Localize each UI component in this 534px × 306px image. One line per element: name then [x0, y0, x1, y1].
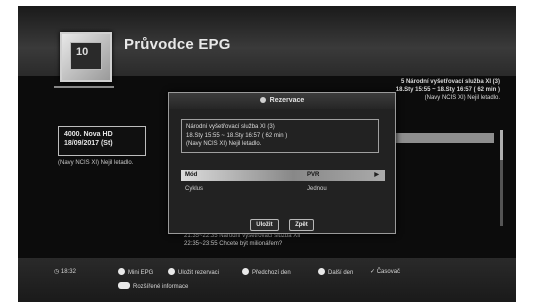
page-title: Průvodce EPG	[124, 36, 231, 53]
epg-list: 21:35~22:35 Národní vyšetřovací služba X…	[184, 232, 384, 248]
red-button-icon	[118, 268, 125, 275]
channel-name: 4000. Nova HD	[64, 131, 113, 138]
dialog-title-bar: Rezervace	[169, 93, 395, 109]
back-button[interactable]: Zpět	[289, 219, 314, 231]
next-day-hint[interactable]: Další den	[318, 268, 353, 278]
arrow-right-icon[interactable]: ▶	[374, 170, 379, 181]
cycle-selector[interactable]: Cyklus Jednou	[181, 184, 385, 195]
epg-timeline-bar[interactable]	[390, 133, 494, 143]
channel-date: 18/09/2017 (St)	[64, 140, 113, 147]
mode-label: Mód	[185, 172, 198, 178]
clock-icon: ◷	[54, 269, 60, 275]
logo-underline	[54, 86, 114, 88]
dialog-program-info: Národní vyšetřovací služba XI (3) 18.Sty…	[181, 119, 379, 153]
dialog-buttons: Uložit Zpět	[169, 213, 395, 231]
check-icon: ✓	[370, 269, 376, 275]
footer-bar	[18, 258, 516, 302]
dialog-program-desc: (Navy NCIS XI) Nejil letadlo.	[186, 141, 262, 147]
prev-day-hint[interactable]: Předchozí den	[242, 268, 291, 278]
program-info-title: 5 Národní vyšetřovací služba XI (3)	[400, 79, 500, 85]
extended-info-label: Rozšířené informace	[133, 284, 189, 290]
dialog-program-time: 18.Sty 15:55 ~ 18.Sty 16:57 ( 62 min )	[186, 132, 288, 139]
yellow-button-icon	[242, 268, 249, 275]
epg-logo-icon: 10	[60, 32, 112, 82]
prev-day-label: Předchozí den	[252, 270, 291, 276]
channel-box[interactable]: 4000. Nova HD 18/09/2017 (St)	[58, 126, 146, 156]
screenshot: 10 Průvodce EPG 5 Národní vyšetřovací sl…	[0, 0, 534, 306]
logo-number: 10	[76, 46, 89, 58]
dialog-program-title: Národní vyšetřovací služba XI (3)	[186, 124, 275, 130]
clock: ◷ 18:32	[54, 268, 76, 277]
reservation-dialog: Rezervace Národní vyšetřovací služba XI …	[168, 92, 396, 234]
info-button-icon	[118, 282, 130, 289]
mini-epg-label: Mini EPG	[128, 270, 154, 276]
cycle-label: Cyklus	[185, 186, 204, 192]
clock-time: 18:32	[60, 269, 76, 275]
reservation-icon	[259, 97, 266, 103]
timer-label: Časovač	[376, 269, 401, 275]
timer-hint[interactable]: ✓ Časovač	[370, 268, 400, 277]
save-reservation-hint[interactable]: Uložit rezervaci	[168, 268, 219, 278]
green-button-icon	[168, 268, 175, 275]
next-day-label: Další den	[328, 270, 354, 276]
mode-value: PVR	[307, 172, 320, 178]
extended-info-hint[interactable]: Rozšířené informace	[118, 282, 188, 292]
save-button[interactable]: Uložit	[250, 219, 279, 231]
save-reservation-label: Uložit rezervaci	[178, 270, 220, 276]
tv-screen: 10 Průvodce EPG 5 Národní vyšetřovací sl…	[18, 6, 516, 302]
mode-selector[interactable]: Mód PVR ▶	[181, 170, 385, 181]
mini-epg-hint[interactable]: Mini EPG	[118, 268, 153, 278]
epg-row[interactable]: 22:35~23:55 Chcete být milionářem?	[184, 240, 384, 248]
channel-info: (Navy NCIS XI) Nejil letadlo.	[58, 160, 134, 166]
scrollbar-thumb[interactable]	[500, 130, 503, 160]
dialog-title: Rezervace	[269, 97, 305, 104]
blue-button-icon	[318, 268, 325, 275]
cycle-value: Jednou	[307, 186, 327, 192]
